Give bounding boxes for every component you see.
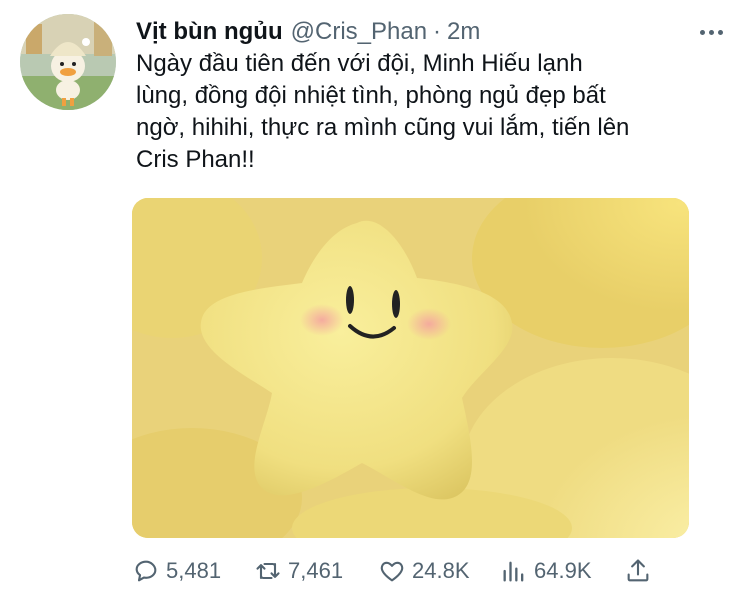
retweet-button[interactable]: 7,461: [254, 552, 343, 590]
avatar-image: [20, 14, 116, 110]
tweet-header: Vịt bùn ngủu @Cris_Phan · 2m: [136, 14, 480, 50]
like-count: 24.8K: [412, 558, 470, 583]
tweet-text-line: Ngày đầu tiên đến với đội, Minh Hiếu lạn…: [136, 50, 583, 77]
display-name[interactable]: Vịt bùn ngủu: [136, 18, 283, 46]
views-count: 64.9K: [534, 558, 592, 583]
tweet-card: Vịt bùn ngủu @Cris_Phan · 2m Ngày đầu ti…: [0, 0, 743, 600]
more-button[interactable]: [694, 18, 728, 46]
views-button[interactable]: 64.9K: [500, 552, 592, 590]
retweet-count: 7,461: [288, 558, 344, 583]
tweet-text-line: lùng, đồng đội nhiệt tình, phòng ngủ đẹp…: [136, 82, 606, 109]
tweet-text-line: Cris Phan!!: [136, 146, 255, 173]
share-icon: [627, 559, 649, 582]
reply-count: 5,481: [166, 558, 222, 583]
tweet-text: Ngày đầu tiên đến với đội, Minh Hiếu lạn…: [136, 48, 696, 176]
tweet-actions: 5,481 7,461 24.8K 64.9K: [132, 552, 732, 590]
user-handle[interactable]: @Cris_Phan: [291, 18, 427, 46]
like-button[interactable]: 24.8K: [378, 552, 470, 590]
reply-button[interactable]: 5,481: [132, 552, 221, 590]
separator-dot: ·: [433, 18, 442, 45]
retweet-icon: [256, 562, 280, 580]
reply-icon: [135, 560, 157, 582]
like-icon: [380, 561, 404, 582]
tweet-media[interactable]: [132, 198, 689, 538]
share-button[interactable]: [624, 552, 658, 590]
views-icon: [503, 561, 524, 582]
more-icon: [699, 29, 705, 35]
plush-star-photo: [132, 198, 689, 538]
tweet-text-line: ngờ, hihihi, thực ra mình cũng vui lắm, …: [136, 114, 630, 141]
timestamp[interactable]: 2m: [447, 18, 480, 46]
avatar[interactable]: [20, 14, 116, 110]
